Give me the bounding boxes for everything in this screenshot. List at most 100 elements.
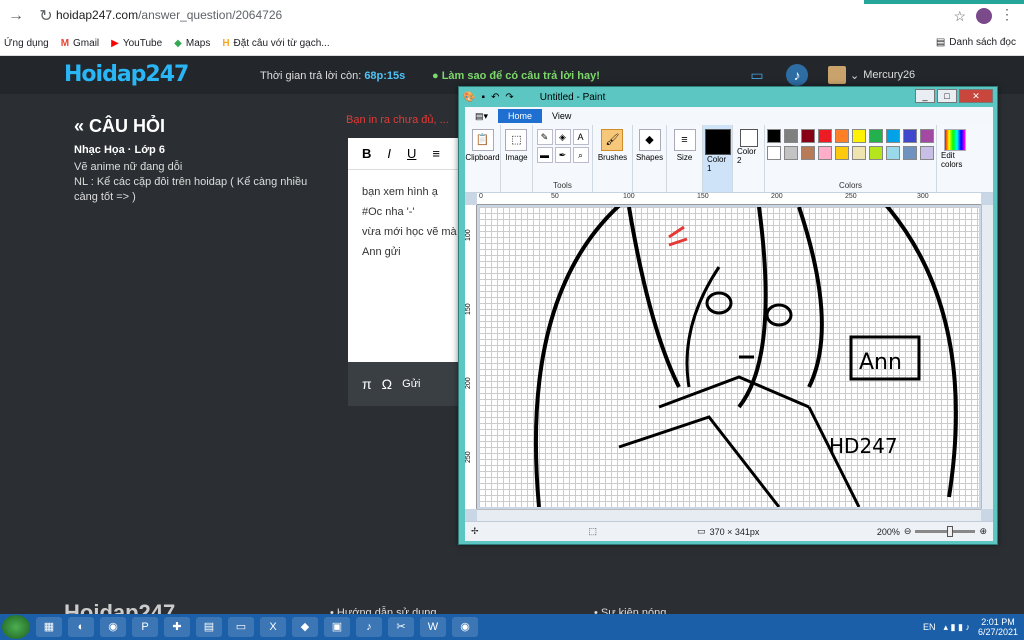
vertical-scrollbar[interactable] <box>981 205 993 509</box>
editor-content[interactable]: bạn xem hình ạ #Oc nha '-' vừa mới học v… <box>348 170 460 274</box>
forward-icon[interactable]: → <box>6 7 26 25</box>
answer-editor[interactable]: B I U ≡ bạn xem hình ạ #Oc nha '-' vừa m… <box>348 138 460 406</box>
color-swatch[interactable] <box>801 146 815 160</box>
zoom-slider-thumb[interactable] <box>947 526 954 537</box>
underline-button[interactable]: U <box>407 146 416 161</box>
answer-tip-link[interactable]: ● Làm sao để có câu trả lời hay! <box>432 70 600 82</box>
color-swatch[interactable] <box>920 129 934 143</box>
color-swatch[interactable] <box>818 146 832 160</box>
color-palette[interactable] <box>767 129 934 160</box>
site-logo[interactable]: Hoidap247 <box>64 62 189 87</box>
zoom-slider[interactable] <box>915 526 976 537</box>
color-swatch[interactable] <box>869 146 883 160</box>
bookmark-apps[interactable]: Ứng dụng <box>0 38 49 49</box>
file-explorer-icon[interactable]: ▦ <box>36 617 62 637</box>
tools-icon[interactable]: ✚ <box>164 617 190 637</box>
clock[interactable]: 2:01 PM 6/27/2021 <box>978 617 1018 637</box>
microphone-icon[interactable]: ♪ <box>356 617 382 637</box>
pi-symbol-button[interactable]: π <box>362 376 372 392</box>
color-swatch[interactable] <box>818 129 832 143</box>
image-group[interactable]: ⬚ Image <box>501 125 533 192</box>
paint-taskbar-icon[interactable]: ◐ <box>68 617 94 637</box>
drawing-canvas[interactable]: Ann HD247 <box>479 195 979 508</box>
color-swatch[interactable] <box>903 129 917 143</box>
close-button[interactable]: ✕ <box>959 89 993 103</box>
chrome-icon[interactable]: ◉ <box>100 617 126 637</box>
profile-avatar[interactable] <box>976 8 992 24</box>
color-swatch[interactable] <box>852 129 866 143</box>
bold-button[interactable]: B <box>362 146 371 161</box>
color-swatch[interactable] <box>920 146 934 160</box>
submit-button[interactable]: Gửi <box>402 378 420 390</box>
tray-icons[interactable]: ▴ ▮ ▮ ♪ <box>944 622 970 633</box>
image-app-icon[interactable]: ▣ <box>324 617 350 637</box>
hoidap-icon: H <box>222 38 230 49</box>
text-tool-icon[interactable]: A <box>572 129 589 145</box>
color1-button[interactable]: Color 1 <box>703 125 733 192</box>
bookmark-youtube[interactable]: ▶ YouTube <box>111 38 162 49</box>
back-to-question[interactable]: « CÂU HỎI <box>74 116 165 137</box>
paint-titlebar[interactable]: 🎨 ▪ ↶ ↷ Untitled - Paint _ □ ✕ <box>459 87 997 107</box>
eraser-icon[interactable]: ▬ <box>536 147 553 163</box>
zoom-in-button[interactable]: ⊕ <box>979 526 987 537</box>
clipboard-group[interactable]: 📋 Clipboard <box>465 125 501 192</box>
color-swatch[interactable] <box>835 129 849 143</box>
green-app-icon[interactable]: ◆ <box>292 617 318 637</box>
tab-view[interactable]: View <box>542 109 581 123</box>
reload-icon[interactable]: ↻ <box>36 6 56 26</box>
system-tray: EN ▴ ▮ ▮ ♪ 2:01 PM 6/27/2021 <box>923 617 1018 637</box>
italic-button[interactable]: I <box>387 146 391 161</box>
size-group[interactable]: ≡ Size <box>667 125 703 192</box>
save-icon[interactable]: ▪ <box>481 92 485 103</box>
color-swatch[interactable] <box>886 129 900 143</box>
color-swatch[interactable] <box>801 129 815 143</box>
color-swatch[interactable] <box>784 129 798 143</box>
paint-menu-button[interactable]: ▤▾ <box>465 109 498 124</box>
color-swatch[interactable] <box>835 146 849 160</box>
user-menu[interactable]: ⌄ Mercury26 <box>828 66 915 84</box>
excel-icon[interactable]: X <box>260 617 286 637</box>
language-indicator[interactable]: EN <box>923 622 936 632</box>
url-field[interactable]: hoidap247.com/answer_question/2064726 <box>56 8 282 22</box>
word-icon[interactable]: W <box>420 617 446 637</box>
minimize-button[interactable]: _ <box>915 89 935 103</box>
color-swatch[interactable] <box>767 129 781 143</box>
fill-icon[interactable]: ◈ <box>554 129 571 145</box>
color-swatch[interactable] <box>767 146 781 160</box>
color-swatch[interactable] <box>784 146 798 160</box>
undo-icon[interactable]: ↶ <box>491 92 499 103</box>
notification-bell-icon[interactable]: ♪ <box>786 64 808 86</box>
chat-icon[interactable]: ▭ <box>746 64 768 86</box>
reading-list[interactable]: ▤ Danh sách đọc <box>936 37 1016 48</box>
shapes-group[interactable]: ◆ Shapes <box>633 125 667 192</box>
color-swatch[interactable] <box>886 146 900 160</box>
color-swatch[interactable] <box>852 146 866 160</box>
menu-kebab-icon[interactable]: ⋮ <box>1000 6 1014 23</box>
maximize-button[interactable]: □ <box>937 89 957 103</box>
bookmark-maps[interactable]: ◆ Maps <box>174 38 210 49</box>
horizontal-scrollbar[interactable] <box>477 509 981 521</box>
omega-symbol-button[interactable]: Ω <box>382 376 392 392</box>
color-swatch[interactable] <box>903 146 917 160</box>
bookmark-gmail[interactable]: M Gmail <box>61 38 99 49</box>
color2-button[interactable]: Color 2 <box>733 125 765 192</box>
calculator-icon[interactable]: ▤ <box>196 617 222 637</box>
chrome-active-icon[interactable]: ◉ <box>452 617 478 637</box>
zoom-out-button[interactable]: ⊖ <box>904 526 912 537</box>
pencil-icon[interactable]: ✎ <box>536 129 553 145</box>
bookmark-hoidap[interactable]: H Đặt câu với từ gạch... <box>222 38 329 49</box>
snipping-icon[interactable]: ✂ <box>388 617 414 637</box>
magnifier-icon[interactable]: ⌕ <box>572 147 589 163</box>
monitor-icon[interactable]: ▭ <box>228 617 254 637</box>
start-button[interactable] <box>2 615 30 639</box>
tab-home[interactable]: Home <box>498 109 543 123</box>
edit-colors-button[interactable]: Edit colors <box>937 125 973 192</box>
powerpoint-icon[interactable]: P <box>132 617 158 637</box>
brushes-group[interactable]: 🖌 Brushes <box>593 125 633 192</box>
align-button[interactable]: ≡ <box>432 146 440 161</box>
paint-window[interactable]: 🎨 ▪ ↶ ↷ Untitled - Paint _ □ ✕ ▤▾ Home V… <box>458 86 998 545</box>
color-picker-icon[interactable]: ✒ <box>554 147 571 163</box>
color-swatch[interactable] <box>869 129 883 143</box>
redo-icon[interactable]: ↷ <box>505 92 513 103</box>
bookmark-star-icon[interactable]: ☆ <box>953 8 966 25</box>
